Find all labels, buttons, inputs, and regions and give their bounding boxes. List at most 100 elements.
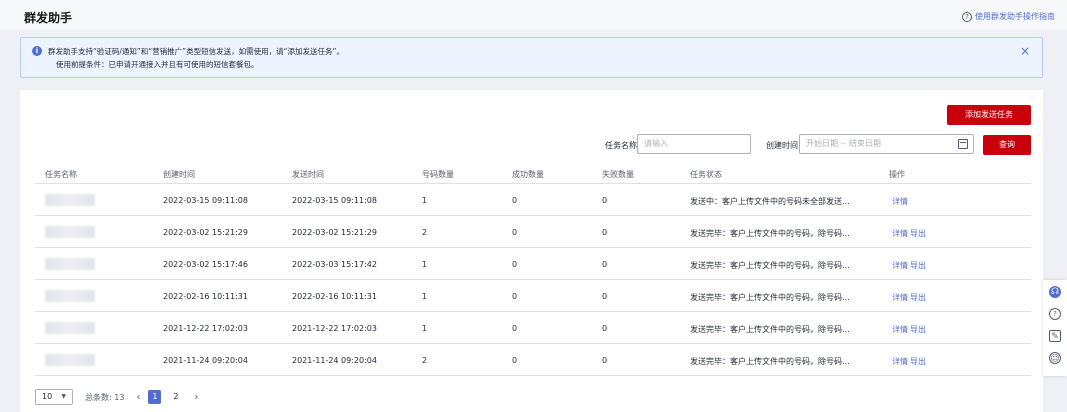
info-notice: i 群发助手支持“验证码/通知”和“营销推广”类型短信发送，如需使用，请“添加发… (20, 37, 1043, 78)
send-time: 2022-03-15 09:11:08 (292, 196, 377, 205)
next-page-button[interactable]: › (194, 392, 198, 403)
table-row: 2021-12-22 17:02:03 2021-12-22 17:02:03 … (35, 312, 1031, 344)
col-task-status: 任务状态 (690, 170, 722, 179)
task-name-redacted (45, 322, 95, 334)
create-time-label: 创建时间 (766, 141, 798, 150)
detail-link[interactable]: 详情 (892, 260, 908, 271)
chevron-down-icon: ▼ (61, 393, 66, 400)
created-time: 2021-11-24 09:20:04 (163, 356, 248, 365)
col-fail-count: 失败数量 (602, 170, 634, 179)
task-name-redacted (45, 290, 95, 302)
floating-toolbar: ☊ ? ✎ ☺ (1043, 280, 1067, 376)
guide-link-label: 使用群发助手操作指南 (975, 12, 1055, 21)
notice-line-2: 使用前提条件：已申请开通接入并且有可使用的短信套餐包。 (56, 60, 259, 69)
send-time: 2022-02-16 10:11:31 (292, 292, 377, 301)
success-count: 0 (512, 324, 518, 333)
question-circle-icon: ? (962, 11, 972, 22)
fail-count: 0 (602, 356, 608, 365)
page-title: 群发助手 (24, 11, 73, 25)
help-icon[interactable]: ? (1049, 308, 1061, 320)
col-send-time: 发送时间 (292, 170, 324, 179)
table-row: 2021-11-24 09:20:04 2021-11-24 09:20:04 … (35, 344, 1031, 376)
table-row: 2022-03-02 15:21:29 2022-03-02 15:21:29 … (35, 216, 1031, 248)
table-header: 任务名称 创建时间 发送时间 号码数量 成功数量 失败数量 任务状态 操作 (35, 163, 1031, 184)
col-create-time: 创建时间 (163, 170, 195, 179)
calendar-icon[interactable] (958, 139, 968, 149)
close-icon[interactable]: × (1020, 45, 1030, 57)
number-count: 2 (422, 356, 428, 365)
created-time: 2022-03-02 15:21:29 (163, 228, 248, 237)
detail-link[interactable]: 详情 (892, 324, 908, 335)
table-row: 2022-03-15 09:11:08 2022-03-15 09:11:08 … (35, 184, 1031, 216)
detail-link[interactable]: 详情 (892, 356, 908, 367)
fail-count: 0 (602, 324, 608, 333)
task-name-redacted (45, 226, 95, 238)
fail-count: 0 (602, 292, 608, 301)
page-size-value: 10 (42, 392, 53, 401)
export-link[interactable]: 导出 (910, 260, 926, 271)
task-card: 添加发送任务 任务名称 请输入 创建时间 开始日期 -- 结束日期 查询 任务名… (20, 90, 1043, 412)
success-count: 0 (512, 260, 518, 269)
total-count: 总条数: 13 (85, 392, 125, 402)
page-header: 群发助手 ? 使用群发助手操作指南 (0, 0, 1067, 30)
send-time: 2022-03-02 15:21:29 (292, 228, 377, 237)
success-count: 0 (512, 196, 518, 205)
table-row: 2022-03-02 15:17:46 2022-03-03 15:17:42 … (35, 248, 1031, 280)
number-count: 1 (422, 324, 428, 333)
detail-link[interactable]: 详情 (892, 292, 908, 303)
task-status: 发送完毕：客户上传文件中的号码，除号码... (690, 229, 850, 238)
success-count: 0 (512, 228, 518, 237)
detail-link[interactable]: 详情 (892, 228, 908, 239)
table-row: 2022-02-16 10:11:31 2022-02-16 10:11:31 … (35, 280, 1031, 312)
prev-page-button[interactable]: ‹ (136, 392, 140, 403)
number-count: 1 (422, 292, 428, 301)
page-2-button[interactable]: 2 (169, 390, 182, 404)
send-time: 2021-12-22 17:02:03 (292, 324, 377, 333)
pagination: 10 ▼ 总条数: 13 ‹ 1 2 › (35, 388, 198, 406)
query-button[interactable]: 查询 (983, 135, 1031, 155)
detail-link[interactable]: 详情 (892, 196, 908, 207)
success-count: 0 (512, 292, 518, 301)
created-time: 2022-03-02 15:17:46 (163, 260, 248, 269)
col-actions: 操作 (889, 170, 905, 179)
number-count: 1 (422, 196, 428, 205)
headset-icon[interactable]: ☊ (1049, 286, 1061, 298)
add-task-button[interactable]: 添加发送任务 (947, 105, 1031, 125)
smile-icon[interactable]: ☺ (1049, 352, 1061, 364)
page-1-button[interactable]: 1 (148, 390, 162, 404)
created-time: 2022-03-15 09:11:08 (163, 196, 248, 205)
export-link[interactable]: 导出 (910, 324, 926, 335)
col-task-name: 任务名称 (45, 170, 77, 179)
info-icon: i (32, 46, 42, 56)
task-name-redacted (45, 354, 95, 366)
col-success-count: 成功数量 (512, 170, 544, 179)
guide-link[interactable]: ? 使用群发助手操作指南 (962, 11, 1055, 22)
export-link[interactable]: 导出 (910, 356, 926, 367)
page-size-select[interactable]: 10 ▼ (35, 389, 73, 405)
notice-line-1: 群发助手支持“验证码/通知”和“营销推广”类型短信发送，如需使用，请“添加发送任… (48, 47, 344, 56)
send-time: 2021-11-24 09:20:04 (292, 356, 377, 365)
date-range-input[interactable]: 开始日期 -- 结束日期 (799, 134, 974, 154)
send-time: 2022-03-03 15:17:42 (292, 260, 377, 269)
fail-count: 0 (602, 260, 608, 269)
task-status: 发送完毕：客户上传文件中的号码，除号码... (690, 293, 850, 302)
export-link[interactable]: 导出 (910, 292, 926, 303)
fail-count: 0 (602, 196, 608, 205)
export-link[interactable]: 导出 (910, 228, 926, 239)
feedback-note-icon[interactable]: ✎ (1049, 330, 1061, 342)
success-count: 0 (512, 356, 518, 365)
task-name-input[interactable]: 请输入 (637, 134, 751, 154)
col-number-count: 号码数量 (422, 170, 454, 179)
created-time: 2021-12-22 17:02:03 (163, 324, 248, 333)
task-name-redacted (45, 194, 95, 206)
task-name-redacted (45, 258, 95, 270)
task-status: 发送完毕：客户上传文件中的号码，除号码... (690, 325, 850, 334)
task-status: 发送完毕：客户上传文件中的号码，除号码... (690, 261, 850, 270)
date-range-placeholder: 开始日期 -- 结束日期 (806, 139, 881, 148)
fail-count: 0 (602, 228, 608, 237)
number-count: 1 (422, 260, 428, 269)
number-count: 2 (422, 228, 428, 237)
created-time: 2022-02-16 10:11:31 (163, 292, 248, 301)
task-status: 发送中：客户上传文件中的号码未全部发送... (690, 197, 850, 206)
task-name-label: 任务名称 (605, 141, 637, 150)
